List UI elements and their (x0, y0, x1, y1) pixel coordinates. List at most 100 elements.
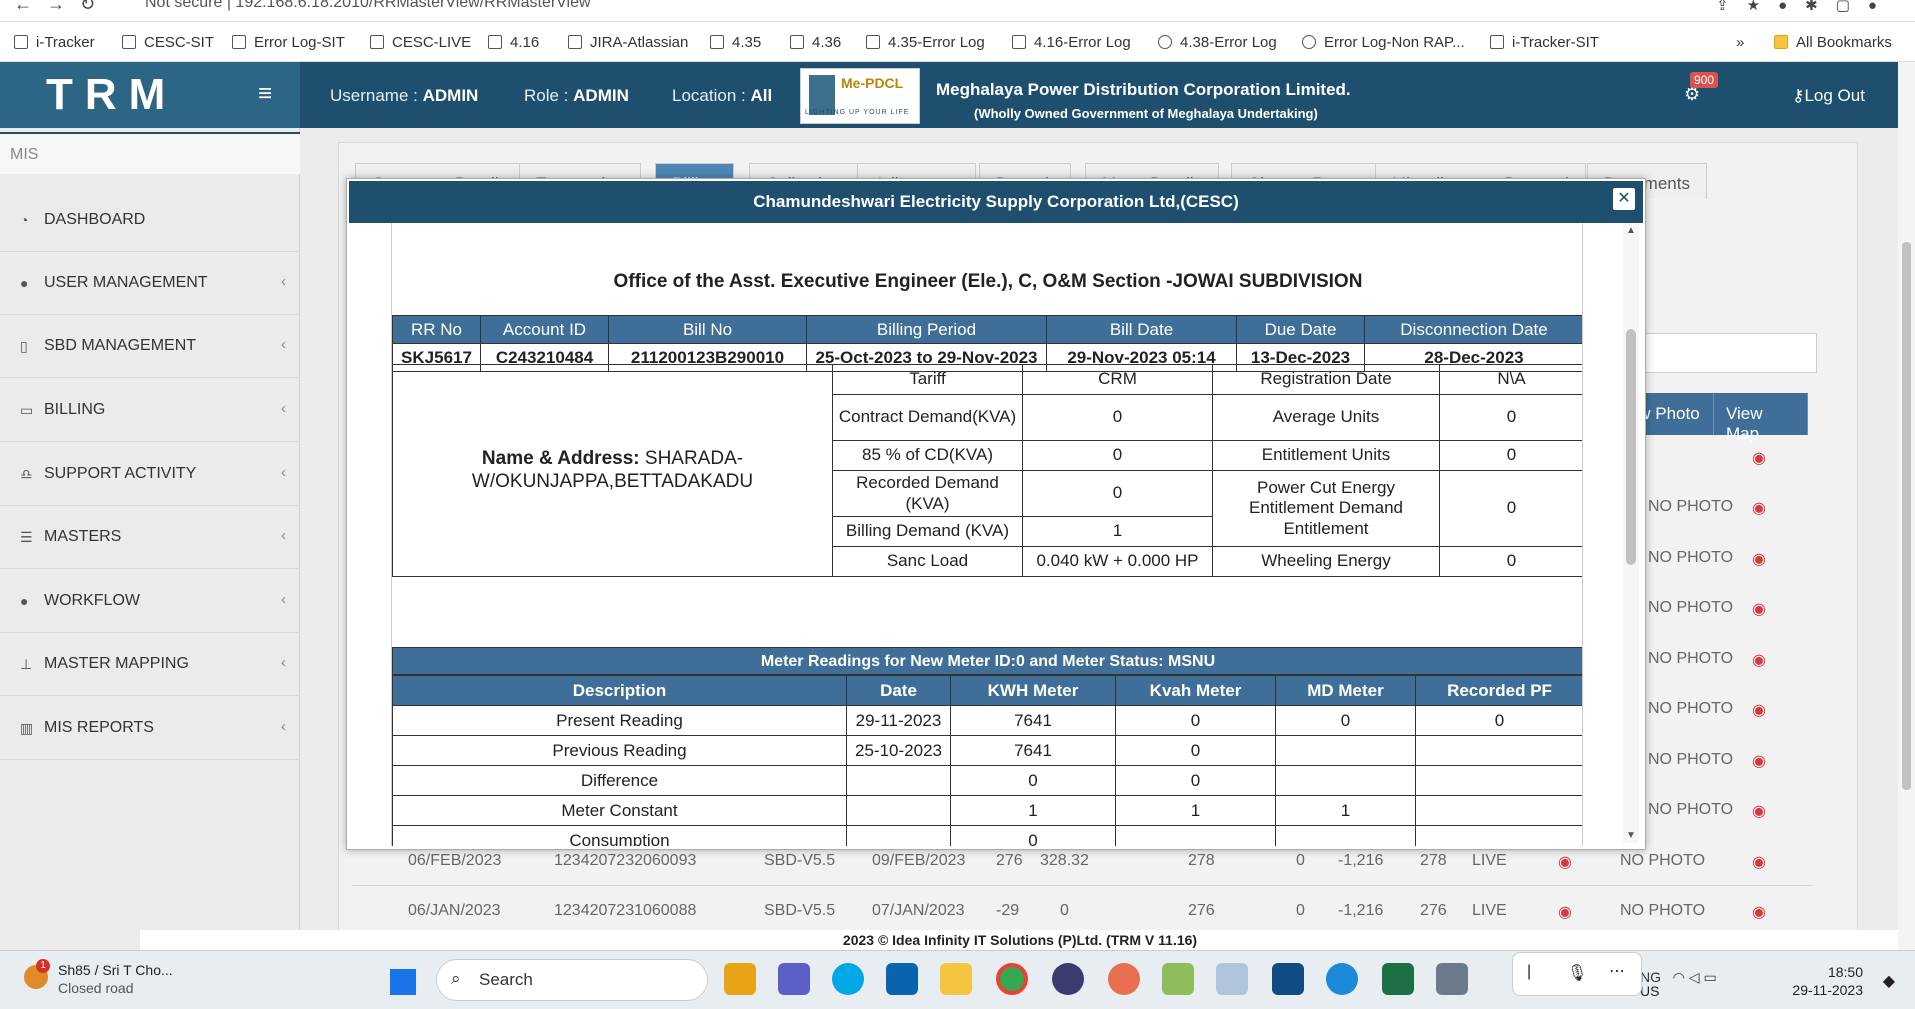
eye-icon[interactable]: ◉ (1752, 852, 1766, 872)
text-cursor-icon[interactable]: | (1527, 963, 1531, 981)
no-photo-label: NO PHOTO (1648, 700, 1734, 717)
page-icon (488, 35, 502, 49)
eye-icon[interactable]: ◉ (1752, 650, 1766, 670)
page-scrollbar[interactable] (1898, 62, 1915, 950)
table-row: Meter Constant 1 1 1 (392, 795, 1582, 826)
logout-button[interactable]: ⚷Log Out (1792, 86, 1865, 106)
eclipse-icon[interactable] (1052, 963, 1084, 995)
clock[interactable]: 18:50 29-11-2023 (1792, 963, 1863, 999)
sidebar-item-mis-reports[interactable]: ▥ MIS Reports ‹ (0, 698, 300, 760)
all-bookmarks[interactable]: All Bookmarks (1774, 34, 1892, 51)
sidebar-item-sbd-management[interactable]: ▯ SBD Management ‹ (0, 316, 300, 378)
table-row: Consumption 0 (392, 825, 1582, 846)
bookmark[interactable]: i-Tracker (14, 34, 95, 51)
eye-icon[interactable]: ◉ (1752, 448, 1766, 468)
trm-logo: TRM (0, 62, 300, 128)
scroll-thumb[interactable] (1626, 329, 1636, 565)
chevron-left-icon: ‹ (281, 273, 286, 290)
monitor-icon: ▭ (20, 402, 34, 418)
edge-icon[interactable] (1326, 963, 1358, 995)
eye-icon[interactable]: ◉ (1558, 902, 1572, 922)
eye-icon[interactable]: ◉ (1752, 599, 1766, 619)
view-map-header: View Map (1714, 393, 1808, 443)
office-heading: Office of the Asst. Executive Engineer (… (613, 271, 1363, 292)
page-icon (1490, 35, 1504, 49)
sidebar-item-user-management[interactable]: ● User Management ‹ (0, 253, 300, 315)
page-icon (122, 35, 136, 49)
eye-icon[interactable]: ◉ (1752, 801, 1766, 821)
bookmark[interactable]: CESC-SIT (122, 34, 214, 51)
close-icon[interactable]: ✕ (1613, 188, 1635, 210)
modal-scrollbar[interactable]: ▲ ▼ (1623, 223, 1639, 843)
eye-icon[interactable]: ◉ (1752, 498, 1766, 518)
calculator-icon[interactable] (1436, 963, 1468, 995)
eye-icon[interactable]: ◉ (1752, 549, 1766, 569)
table-row: Difference 0 0 (392, 765, 1582, 796)
globe-icon (1158, 35, 1172, 49)
chrome-icon[interactable] (996, 963, 1028, 995)
sidebar-item-workflow[interactable]: ● Workflow ‹ (0, 571, 300, 633)
bookmark[interactable]: 4.16 (488, 34, 539, 51)
scroll-up-icon[interactable]: ▲ (1626, 225, 1636, 236)
teams-icon[interactable] (778, 963, 810, 995)
bookmarks-bar: i-Tracker CESC-SIT Error Log-SIT CESC-LI… (0, 22, 1915, 62)
snipping-icon[interactable] (1216, 963, 1248, 995)
scroll-down-icon[interactable]: ▼ (1626, 830, 1636, 841)
bookmark[interactable]: 4.35-Error Log (866, 34, 985, 51)
eye-icon[interactable]: ◉ (1752, 751, 1766, 771)
page-icon (14, 35, 28, 49)
sidebar-item-master-mapping[interactable]: ⊥ Master Mapping ‹ (0, 634, 300, 696)
bookmark[interactable]: 4.36 (790, 34, 841, 51)
page-icon (866, 35, 880, 49)
paint-icon[interactable] (1108, 963, 1140, 995)
table-row: Previous Reading 25-10-2023 7641 0 (392, 735, 1582, 766)
language-indicator[interactable]: US (1640, 983, 1659, 999)
taskbar-search[interactable]: ⌕ Search (436, 959, 708, 1001)
bookmark[interactable]: 4.16-Error Log (1012, 34, 1131, 51)
eye-icon[interactable]: ◉ (1558, 852, 1572, 872)
sidebar-item-dashboard[interactable]: ◔ Dashboard (0, 190, 300, 252)
sidebar-item-support-activity[interactable]: ♎ Support Activity ‹ (0, 444, 300, 506)
chevron-left-icon: ‹ (281, 464, 286, 481)
file-explorer-icon[interactable] (940, 963, 972, 995)
role-info: Role : ADMIN (524, 86, 629, 105)
meter-readings-table: Description Date KWH Meter Kvah Meter MD… (392, 675, 1582, 846)
excel-icon[interactable] (1382, 963, 1414, 995)
folder-icon (1774, 35, 1788, 49)
meter-readings-title: Meter Readings for New Meter ID:0 and Me… (392, 647, 1582, 675)
bookmark[interactable]: i-Tracker-SIT (1490, 34, 1599, 51)
bookmark[interactable]: CESC-LIVE (370, 34, 471, 51)
app-icon[interactable] (1162, 963, 1194, 995)
eye-icon[interactable]: ◉ (1752, 902, 1766, 922)
copilot-icon[interactable] (724, 963, 756, 995)
notification-bell-icon[interactable]: ◆ (1883, 971, 1895, 991)
globe-icon (1302, 35, 1316, 49)
search-field-bg[interactable] (1641, 333, 1817, 373)
browser-action-icons[interactable]: ⇪★●✱▢● (1716, 0, 1895, 14)
bookmark[interactable]: Error Log-Non RAP... (1302, 34, 1465, 51)
page-scroll-thumb[interactable] (1902, 242, 1911, 790)
skype-icon[interactable] (832, 963, 864, 995)
more-options-icon[interactable]: ⋯ (1609, 961, 1625, 981)
url-text[interactable]: Not secure | 192.168.6.18:2010/RRMasterV… (145, 0, 591, 12)
browser-address-bar: ← → ↻ Not secure | 192.168.6.18:2010/RRM… (0, 0, 1915, 22)
bookmark[interactable]: Error Log-SIT (232, 34, 345, 51)
menu-toggle-icon[interactable]: ≡ (258, 80, 272, 108)
bookmark[interactable]: 4.38-Error Log (1158, 34, 1277, 51)
bookmark[interactable]: 4.35 (710, 34, 761, 51)
no-photo-label: NO PHOTO (1648, 751, 1734, 768)
back-forward-reload-icons[interactable]: ← → ↻ (14, 0, 95, 15)
eye-icon[interactable]: ◉ (1752, 700, 1766, 720)
remote-desktop-icon[interactable] (1272, 963, 1304, 995)
windows-start-icon[interactable] (390, 969, 416, 995)
sidebar-item-billing[interactable]: ▭ Billing ‹ (0, 380, 300, 442)
more-bookmarks-button[interactable]: » (1736, 34, 1744, 51)
bookmark[interactable]: JIRA-Atlassian (568, 34, 688, 51)
company-name: Meghalaya Power Distribution Corporation… (936, 80, 1351, 99)
name-address: Name & Address: SHARADA-W/OKUNJAPPA,BETT… (392, 364, 833, 577)
chevron-left-icon: ‹ (281, 336, 286, 353)
microphone-icon[interactable]: 🎙 (1567, 963, 1587, 983)
sidebar-item-masters[interactable]: ☰ Masters ‹ (0, 507, 300, 569)
list-icon: ☰ (20, 529, 33, 545)
outlook-icon[interactable] (886, 963, 918, 995)
